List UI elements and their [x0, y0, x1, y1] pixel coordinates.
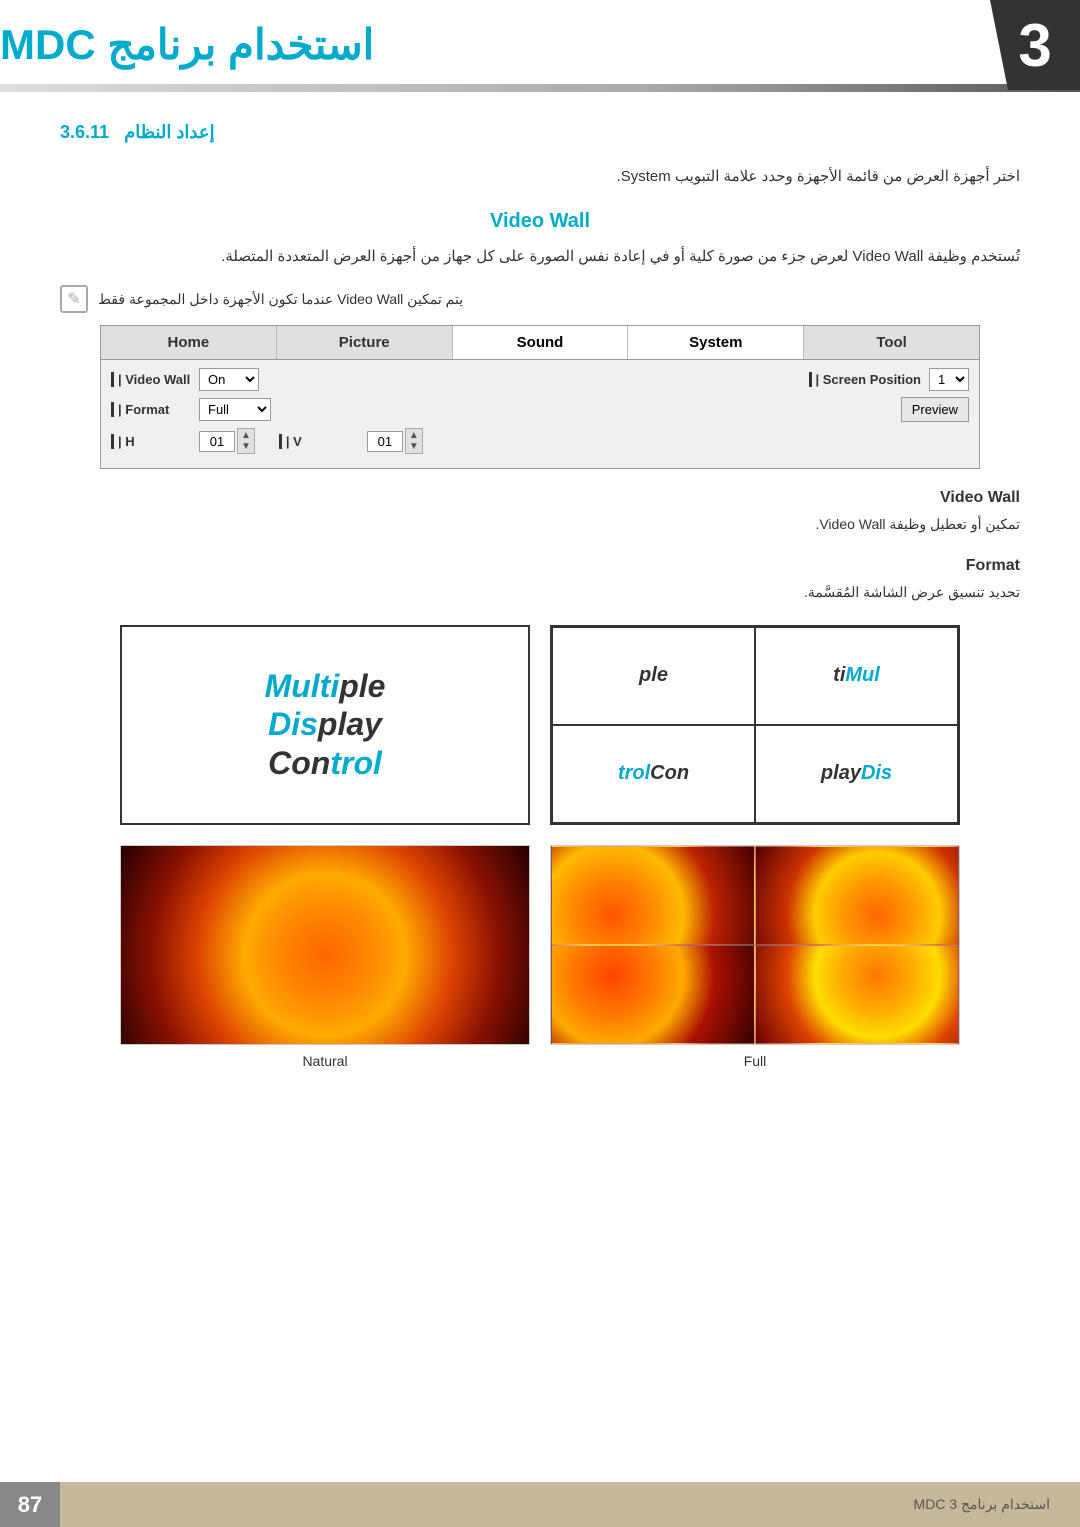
- note-area: يتم تمكين Video Wall عندما تكون الأجهزة …: [60, 285, 1020, 313]
- flower-cell-1: [755, 846, 959, 945]
- desc-video-wall: Video Wall تمكين أو تعطيل وظيفة Video Wa…: [60, 489, 1020, 537]
- desc-format: Format تحديد تنسيق عرض الشاشة المُقسَّمة…: [60, 557, 1020, 605]
- natural-flower-image: [120, 845, 530, 1045]
- format-label: | Format: [111, 402, 191, 417]
- ui-row-videowall: | Video Wall On Off | Screen Position 1 …: [111, 368, 969, 391]
- image-card-natural-logo: Multiple Display Control: [120, 625, 530, 825]
- image-grid: Multi ple Display Control Mul: [120, 625, 960, 1069]
- page-header: استخدام برنامج MDC 3: [0, 0, 1080, 79]
- tab-picture[interactable]: Picture: [277, 326, 453, 359]
- flower-split-grid: [551, 846, 959, 1044]
- v-arrows[interactable]: ▲▼: [405, 428, 423, 454]
- videowall-label: | Video Wall: [111, 372, 191, 387]
- tab-system[interactable]: System: [628, 326, 804, 359]
- footer: استخدام برنامج MDC 3 87: [0, 1482, 1080, 1527]
- logo-cell-1: Multi: [755, 627, 958, 725]
- v-input[interactable]: [367, 431, 403, 452]
- flower-cell-3: [755, 945, 959, 1044]
- desc-vw-title: Video Wall: [60, 489, 1020, 507]
- logo-cell-3: Display: [755, 725, 958, 823]
- ui-body: | Video Wall On Off | Screen Position 1 …: [101, 360, 979, 468]
- ui-container: Home Picture Sound System Tool | Video W…: [100, 325, 980, 469]
- main-content: إعداد النظام 3.6.11 اختر أجهزة العرض من …: [0, 92, 1080, 1119]
- section-body-text: اختر أجهزة العرض من قائمة الأجهزة وحدد ع…: [60, 163, 1020, 190]
- h-arrows[interactable]: ▲▼: [237, 428, 255, 454]
- section-heading: إعداد النظام 3.6.11: [60, 122, 1020, 143]
- screen-position-label: | Screen Position: [809, 372, 922, 387]
- v-spinner: ▲▼: [367, 428, 423, 454]
- preview-button[interactable]: Preview: [901, 397, 969, 422]
- screen-position-select[interactable]: 1 2: [929, 368, 969, 391]
- full-flower-image: [550, 845, 960, 1045]
- v-label: | V: [279, 434, 359, 449]
- ui-row-format: | Format Full Natural Preview: [111, 397, 969, 422]
- video-wall-description: تُستخدم وظيفة Video Wall لعرض جزء من صور…: [60, 243, 1020, 270]
- h-spinner: ▲▼: [199, 428, 255, 454]
- natural-caption: Natural: [302, 1053, 347, 1069]
- logo-cell-4: Control: [552, 725, 755, 823]
- note-icon: ✎: [60, 285, 88, 313]
- h-input[interactable]: [199, 431, 235, 452]
- desc-vw-text: تمكين أو تعطيل وظيفة Video Wall.: [60, 513, 1020, 537]
- full-logo-image: Multi ple Display Control: [550, 625, 960, 825]
- chapter-badge: 3: [990, 0, 1080, 90]
- tab-tool[interactable]: Tool: [804, 326, 979, 359]
- footer-text: استخدام برنامج MDC 3: [914, 1496, 1050, 1513]
- natural-logo-image: Multiple Display Control: [120, 625, 530, 825]
- desc-format-text: تحديد تنسيق عرض الشاشة المُقسَّمة.: [60, 581, 1020, 605]
- image-card-full-logo: Multi ple Display Control: [550, 625, 960, 825]
- note-text: يتم تمكين Video Wall عندما تكون الأجهزة …: [98, 291, 463, 308]
- flower-full-img: [121, 846, 529, 1044]
- tab-sound[interactable]: Sound: [453, 326, 629, 359]
- flower-cell-2: [551, 846, 755, 945]
- page-number: 87: [0, 1482, 60, 1527]
- image-card-full-flower: Full: [550, 845, 960, 1069]
- videowall-select[interactable]: On Off: [199, 368, 259, 391]
- header-title: استخدام برنامج MDC: [0, 20, 454, 69]
- flower-cell-4: [551, 945, 755, 1044]
- screen-position-section: | Screen Position 1 2: [809, 368, 970, 391]
- h-label: | H: [111, 434, 191, 449]
- logo-grid: Multi ple Display Control: [552, 627, 958, 823]
- section-number: 3.6.11: [60, 122, 109, 143]
- video-wall-heading: Video Wall: [60, 210, 1020, 233]
- full-caption: Full: [744, 1053, 767, 1069]
- header-stripe: [0, 84, 1080, 92]
- logo-cell-2: ple: [552, 627, 755, 725]
- format-select[interactable]: Full Natural: [199, 398, 271, 421]
- preview-section: Preview: [901, 397, 969, 422]
- tab-home[interactable]: Home: [101, 326, 277, 359]
- desc-format-title: Format: [60, 557, 1020, 575]
- image-card-natural-flower: Natural: [120, 845, 530, 1069]
- ui-row-hv: | H ▲▼ | V ▲▼: [111, 428, 969, 454]
- menu-bar: Home Picture Sound System Tool: [101, 326, 979, 360]
- section-title: إعداد النظام: [124, 122, 215, 143]
